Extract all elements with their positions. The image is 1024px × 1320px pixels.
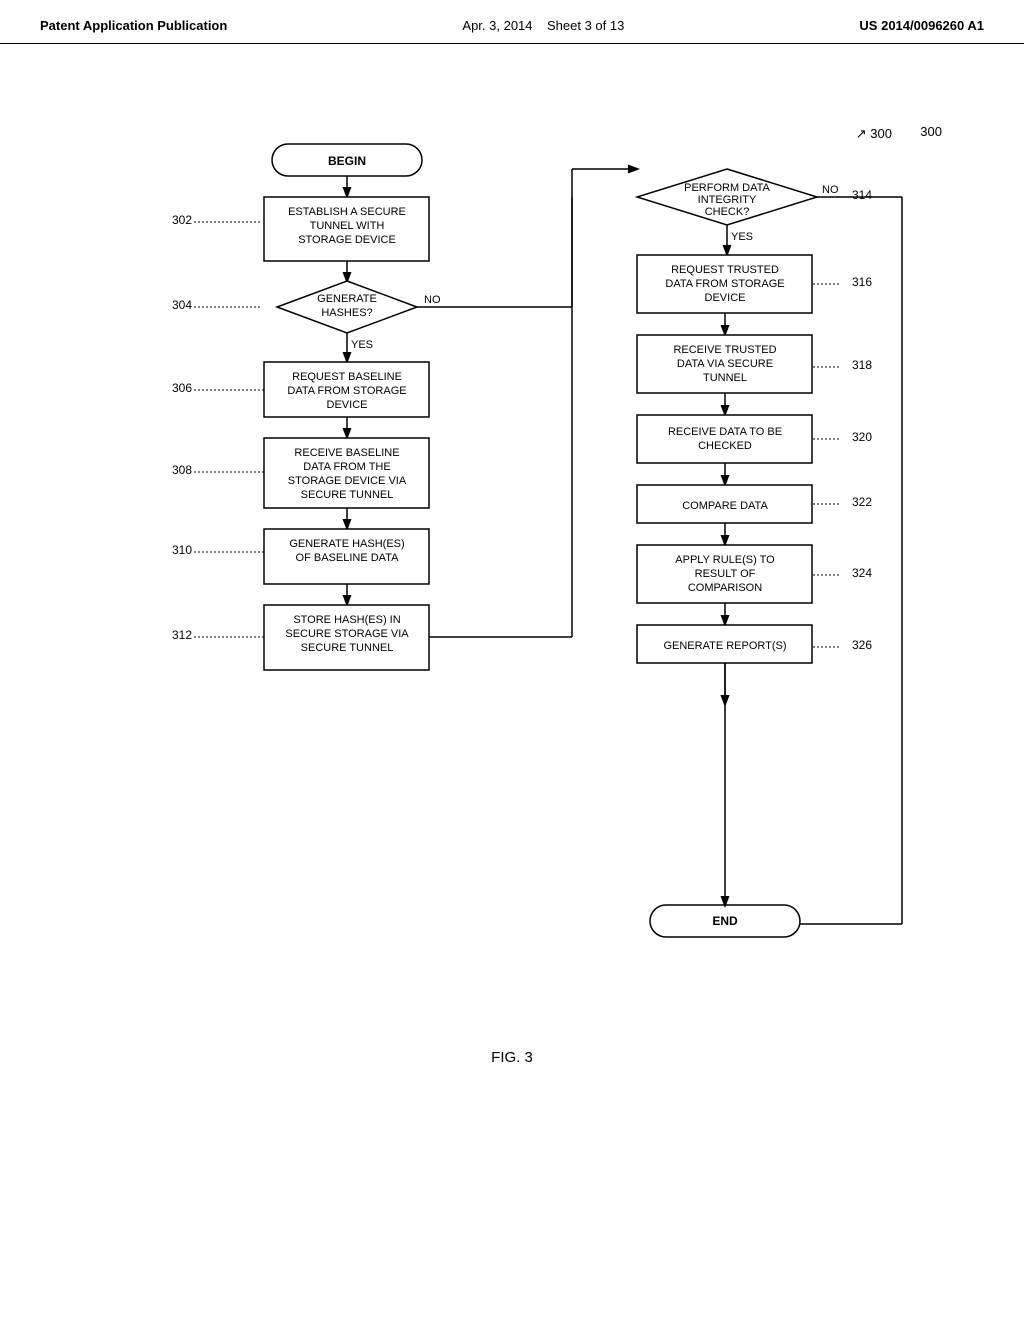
svg-text:RECEIVE TRUSTED: RECEIVE TRUSTED (673, 344, 776, 356)
svg-text:DATA FROM STORAGE: DATA FROM STORAGE (287, 385, 406, 397)
svg-text:STORAGE DEVICE: STORAGE DEVICE (298, 234, 396, 246)
svg-text:REQUEST TRUSTED: REQUEST TRUSTED (671, 264, 779, 276)
svg-text:DATA FROM THE: DATA FROM THE (303, 461, 390, 473)
svg-text:END: END (712, 914, 738, 928)
svg-text:STORE HASH(ES) IN: STORE HASH(ES) IN (293, 614, 400, 626)
svg-text:BEGIN: BEGIN (328, 154, 366, 168)
header-left: Patent Application Publication (40, 18, 227, 33)
svg-text:308: 308 (172, 463, 192, 477)
svg-text:SECURE TUNNEL: SECURE TUNNEL (301, 489, 394, 501)
header-center: Apr. 3, 2014 Sheet 3 of 13 (462, 18, 624, 33)
svg-text:310: 310 (172, 543, 192, 557)
svg-text:318: 318 (852, 358, 872, 372)
svg-text:314: 314 (852, 188, 872, 202)
svg-text:322: 322 (852, 495, 872, 509)
ref-300: ↗ 300 (856, 126, 892, 142)
svg-text:OF BASELINE DATA: OF BASELINE DATA (296, 552, 400, 564)
svg-text:304: 304 (172, 298, 192, 312)
svg-text:324: 324 (852, 566, 872, 580)
svg-text:312: 312 (172, 628, 192, 642)
main-content: 300 BEGIN 302 ESTABLISH A SECURE TUNNEL … (0, 44, 1024, 1126)
svg-text:302: 302 (172, 213, 192, 227)
ref-300-label: 300 (920, 124, 942, 139)
svg-text:GENERATE REPORT(S): GENERATE REPORT(S) (663, 640, 786, 652)
svg-text:COMPARE DATA: COMPARE DATA (682, 500, 768, 512)
svg-text:GENERATE: GENERATE (317, 293, 377, 305)
svg-text:NO: NO (822, 184, 839, 196)
svg-text:SECURE STORAGE VIA: SECURE STORAGE VIA (285, 628, 409, 640)
svg-text:DEVICE: DEVICE (705, 292, 746, 304)
svg-text:ESTABLISH A SECURE: ESTABLISH A SECURE (288, 206, 406, 218)
svg-text:320: 320 (852, 430, 872, 444)
svg-text:APPLY RULE(S) TO: APPLY RULE(S) TO (675, 554, 775, 566)
svg-text:NO: NO (424, 294, 441, 306)
svg-text:326: 326 (852, 638, 872, 652)
svg-text:SECURE TUNNEL: SECURE TUNNEL (301, 642, 394, 654)
svg-text:GENERATE HASH(ES): GENERATE HASH(ES) (289, 538, 404, 550)
flowchart: 300 BEGIN 302 ESTABLISH A SECURE TUNNEL … (82, 124, 942, 1029)
svg-text:DEVICE: DEVICE (327, 399, 368, 411)
svg-text:REQUEST BASELINE: REQUEST BASELINE (292, 371, 402, 383)
svg-text:COMPARISON: COMPARISON (688, 582, 762, 594)
svg-text:RECEIVE BASELINE: RECEIVE BASELINE (294, 447, 399, 459)
svg-text:PERFORM DATA: PERFORM DATA (684, 182, 770, 194)
svg-text:DATA VIA SECURE: DATA VIA SECURE (677, 358, 773, 370)
svg-text:DATA FROM STORAGE: DATA FROM STORAGE (665, 278, 784, 290)
header-right: US 2014/0096260 A1 (859, 18, 984, 33)
svg-text:STORAGE DEVICE VIA: STORAGE DEVICE VIA (288, 475, 407, 487)
svg-text:INTEGRITY: INTEGRITY (698, 194, 757, 206)
svg-text:RESULT OF: RESULT OF (695, 568, 756, 580)
svg-text:TUNNEL WITH: TUNNEL WITH (310, 220, 385, 232)
page-header: Patent Application Publication Apr. 3, 2… (0, 0, 1024, 44)
svg-text:YES: YES (731, 231, 753, 243)
svg-text:316: 316 (852, 275, 872, 289)
fig-label: FIG. 3 (60, 1049, 964, 1066)
svg-text:306: 306 (172, 381, 192, 395)
svg-text:RECEIVE DATA TO BE: RECEIVE DATA TO BE (668, 426, 782, 438)
svg-text:YES: YES (351, 339, 373, 351)
svg-text:TUNNEL: TUNNEL (703, 372, 747, 384)
svg-text:HASHES?: HASHES? (321, 307, 372, 319)
svg-text:CHECK?: CHECK? (705, 206, 750, 218)
svg-text:CHECKED: CHECKED (698, 440, 752, 452)
